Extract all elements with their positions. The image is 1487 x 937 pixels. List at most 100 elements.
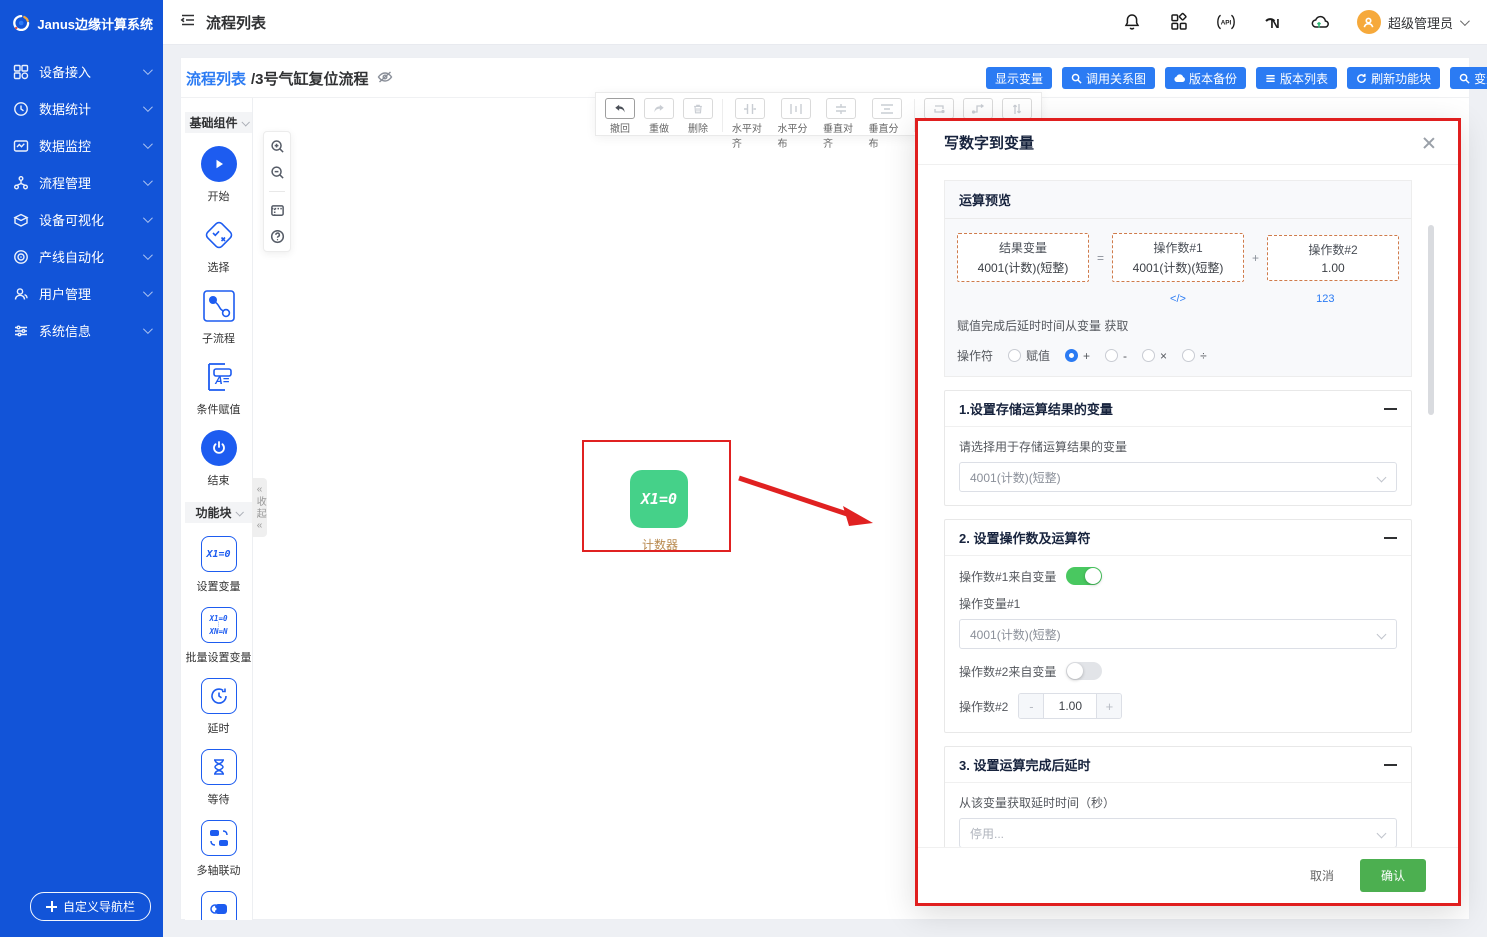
palette-item-label: 选择 [208, 259, 230, 275]
stepper-decrease-button[interactable]: - [1019, 694, 1044, 718]
close-icon[interactable] [1422, 136, 1436, 150]
help-icon[interactable] [270, 229, 285, 244]
number-type-link[interactable]: 123 [1316, 293, 1334, 305]
menu-fold-icon[interactable] [179, 11, 197, 34]
operand2-label: 操作数#2 [959, 698, 1008, 715]
collapse-minus-icon[interactable] [1384, 408, 1397, 410]
chevron-down-icon [235, 508, 243, 516]
sidebar-item-device-viz[interactable]: 设备可视化 [0, 201, 163, 238]
api-icon[interactable]: API [1216, 12, 1236, 32]
refresh-function-blocks-button[interactable]: 刷新功能块 [1347, 67, 1440, 89]
flow-mgmt-icon [13, 175, 29, 191]
undo-button[interactable]: 撤回 [605, 98, 635, 135]
palette-item-start[interactable]: 开始 [185, 145, 252, 204]
custom-nav-button[interactable]: 自定义导航栏 [30, 892, 151, 921]
align-horizontal-icon [735, 98, 765, 119]
annotation-arrow [735, 468, 877, 532]
palette-section-func[interactable]: 功能块 [185, 502, 252, 523]
result-variable-select[interactable]: 4001(计数)(短整) [959, 462, 1397, 492]
user-menu[interactable]: 超级管理员 [1357, 10, 1467, 34]
delete-button[interactable]: 删除 [683, 98, 713, 135]
palette-section-basic[interactable]: 基础组件 [185, 112, 252, 133]
apps-grid-icon[interactable] [1169, 12, 1189, 32]
button-label: 版本列表 [1280, 70, 1328, 87]
sidebar-item-flow-mgmt[interactable]: 流程管理 [0, 164, 163, 201]
svg-text:API: API [1221, 20, 1232, 27]
sidebar-item-user-mgmt[interactable]: 用户管理 [0, 275, 163, 312]
cancel-button[interactable]: 取消 [1310, 867, 1334, 884]
palette-item-continuous-motion[interactable]: 连续运动 [185, 890, 252, 920]
operator-row: 操作符 赋值 + - × ÷ [957, 347, 1399, 364]
operand2-box[interactable]: 操作数#2 1.00 [1267, 235, 1399, 281]
breadcrumb-root[interactable]: 流程列表 [186, 68, 246, 89]
topbar-icons: API N 超级管理员 [1122, 10, 1467, 34]
sidebar-item-label: 流程管理 [39, 173, 91, 192]
operator-divide-radio[interactable]: ÷ [1182, 349, 1207, 363]
palette-item-wait[interactable]: 等待 [185, 748, 252, 807]
gateway-signal-icon[interactable]: N [1263, 12, 1283, 32]
button-label: 显示变量 [995, 70, 1043, 87]
notification-bell-icon[interactable] [1122, 12, 1142, 32]
show-variables-button[interactable]: 显示变量 [986, 67, 1052, 89]
palette-item-conditional-assign[interactable]: A= 条件赋值 [185, 358, 252, 417]
loop-block-button[interactable] [924, 98, 954, 119]
fit-view-icon[interactable] [270, 203, 285, 218]
palette-section-label: 基础组件 [189, 114, 237, 131]
operator-minus-radio[interactable]: - [1105, 349, 1127, 363]
plus-icon [46, 901, 57, 912]
palette-item-label: 条件赋值 [197, 401, 241, 417]
zoom-in-icon[interactable] [270, 139, 285, 154]
preview-header: 运算预览 [945, 181, 1411, 219]
palette-item-delay[interactable]: 延时 [185, 677, 252, 736]
confirm-button[interactable]: 确认 [1360, 859, 1426, 892]
swap-vertical-button[interactable] [1002, 98, 1032, 119]
toolbar-label: 水平对齐 [732, 120, 769, 150]
section-operands: 2. 设置操作数及运算符 操作数#1来自变量 操作变量#1 4001(计数)(短… [944, 519, 1412, 733]
modal-scrollbar-thumb[interactable] [1428, 225, 1434, 415]
box-value: 4001(计数)(短整) [1117, 259, 1239, 276]
collapse-minus-icon[interactable] [1384, 537, 1397, 539]
sidebar-item-device-access[interactable]: 设备接入 [0, 53, 163, 90]
result-variable-box[interactable]: 结果变量 4001(计数)(短整) [957, 233, 1089, 282]
operator-assign-radio[interactable]: 赋值 [1008, 347, 1050, 364]
stepper-increase-button[interactable]: + [1096, 694, 1121, 718]
palette-item-set-variable[interactable]: X1=0 设置变量 [185, 535, 252, 594]
redo-button[interactable]: 重做 [644, 98, 674, 135]
palette-item-subflow[interactable]: 子流程 [185, 287, 252, 346]
sidebar-item-data-monitor[interactable]: 数据监控 [0, 127, 163, 164]
topbar: 流程列表 API N 超级管理员 [163, 0, 1487, 45]
stepper-value[interactable]: 1.00 [1044, 699, 1096, 713]
align-horizontal-button[interactable]: 水平对齐 [732, 98, 769, 150]
eye-off-icon[interactable] [377, 69, 393, 89]
cloud-sync-icon[interactable] [1310, 12, 1330, 32]
call-relation-graph-button[interactable]: 调用关系图 [1062, 67, 1155, 89]
box-label: 操作数#2 [1272, 241, 1394, 258]
operand2-from-variable-toggle[interactable] [1066, 662, 1102, 680]
version-list-button[interactable]: 版本列表 [1256, 67, 1337, 89]
distribute-horizontal-button[interactable]: 水平分布 [777, 98, 814, 150]
palette-collapse-tab[interactable]: « 收起 « [252, 478, 267, 537]
sidebar-item-data-stats[interactable]: 数据统计 [0, 90, 163, 127]
sidebar-item-line-automation[interactable]: 产线自动化 [0, 238, 163, 275]
operator-plus-radio[interactable]: + [1065, 349, 1090, 363]
palette-item-select[interactable]: 选择 [185, 216, 252, 275]
toolbar-label: 水平分布 [777, 120, 814, 150]
operand1-box[interactable]: 操作数#1 4001(计数)(短整) [1112, 233, 1244, 282]
variable-id-table-button[interactable]: 变量ID表 [1450, 67, 1487, 89]
palette-item-multi-axis[interactable]: 多轴联动 [185, 819, 252, 878]
collapse-minus-icon[interactable] [1384, 764, 1397, 766]
branch-block-button[interactable] [963, 98, 993, 119]
operand1-from-variable-toggle[interactable] [1066, 567, 1102, 585]
toolbar-label: 垂直对齐 [823, 120, 860, 150]
palette-item-end[interactable]: 结束 [185, 429, 252, 488]
distribute-vertical-button[interactable]: 垂直分布 [869, 98, 906, 150]
operator-multiply-radio[interactable]: × [1142, 349, 1167, 363]
palette-item-batch-set-variable[interactable]: X1=0 ⋮ XN=N 批量设置变量 [185, 606, 252, 665]
version-backup-button[interactable]: 版本备份 [1165, 67, 1246, 89]
zoom-out-icon[interactable] [270, 165, 285, 180]
operand1-variable-select[interactable]: 4001(计数)(短整) [959, 619, 1397, 649]
delay-variable-select[interactable]: 停用... [959, 818, 1397, 847]
sidebar-item-system-info[interactable]: 系统信息 [0, 312, 163, 349]
code-type-link[interactable]: </> [1170, 293, 1186, 305]
align-vertical-button[interactable]: 垂直对齐 [823, 98, 860, 150]
